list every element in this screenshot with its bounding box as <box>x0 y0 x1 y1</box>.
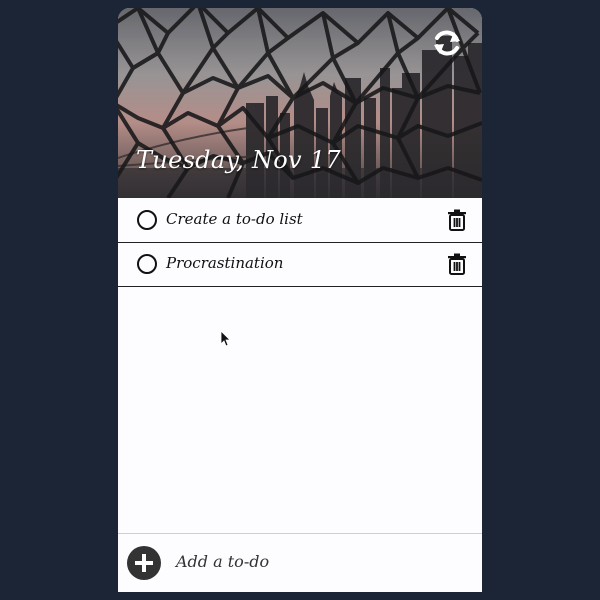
todo-app: Tuesday, Nov 17 Create a to-do list Proc… <box>118 8 482 592</box>
plus-icon[interactable] <box>127 546 161 580</box>
date-title: Tuesday, Nov 17 <box>136 146 341 174</box>
header-image: Tuesday, Nov 17 <box>118 8 482 198</box>
todo-checkbox[interactable] <box>137 210 157 230</box>
todo-checkbox[interactable] <box>137 254 157 274</box>
todo-item[interactable]: Procrastination <box>118 243 482 287</box>
todo-item[interactable]: Create a to-do list <box>118 199 482 243</box>
todo-text: Create a to-do list <box>166 210 303 228</box>
trash-icon[interactable] <box>447 209 467 231</box>
add-todo-bar: Add a to-do <box>118 533 482 592</box>
mouse-cursor-icon <box>221 331 231 347</box>
todo-text: Procrastination <box>166 254 284 272</box>
trash-icon[interactable] <box>447 253 467 275</box>
add-todo-input[interactable]: Add a to-do <box>176 552 269 571</box>
refresh-icon[interactable] <box>432 28 462 58</box>
